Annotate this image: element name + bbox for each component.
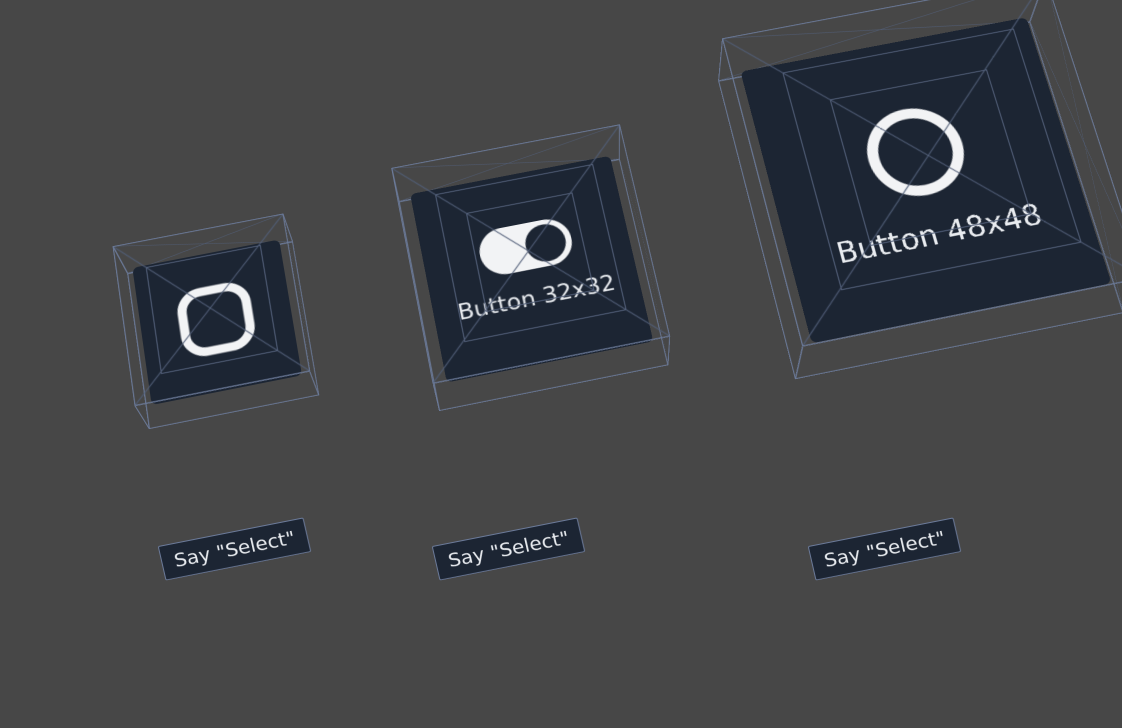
stage: Button 32x32 Button 48x48 Say "Select" S… bbox=[0, 0, 1122, 728]
